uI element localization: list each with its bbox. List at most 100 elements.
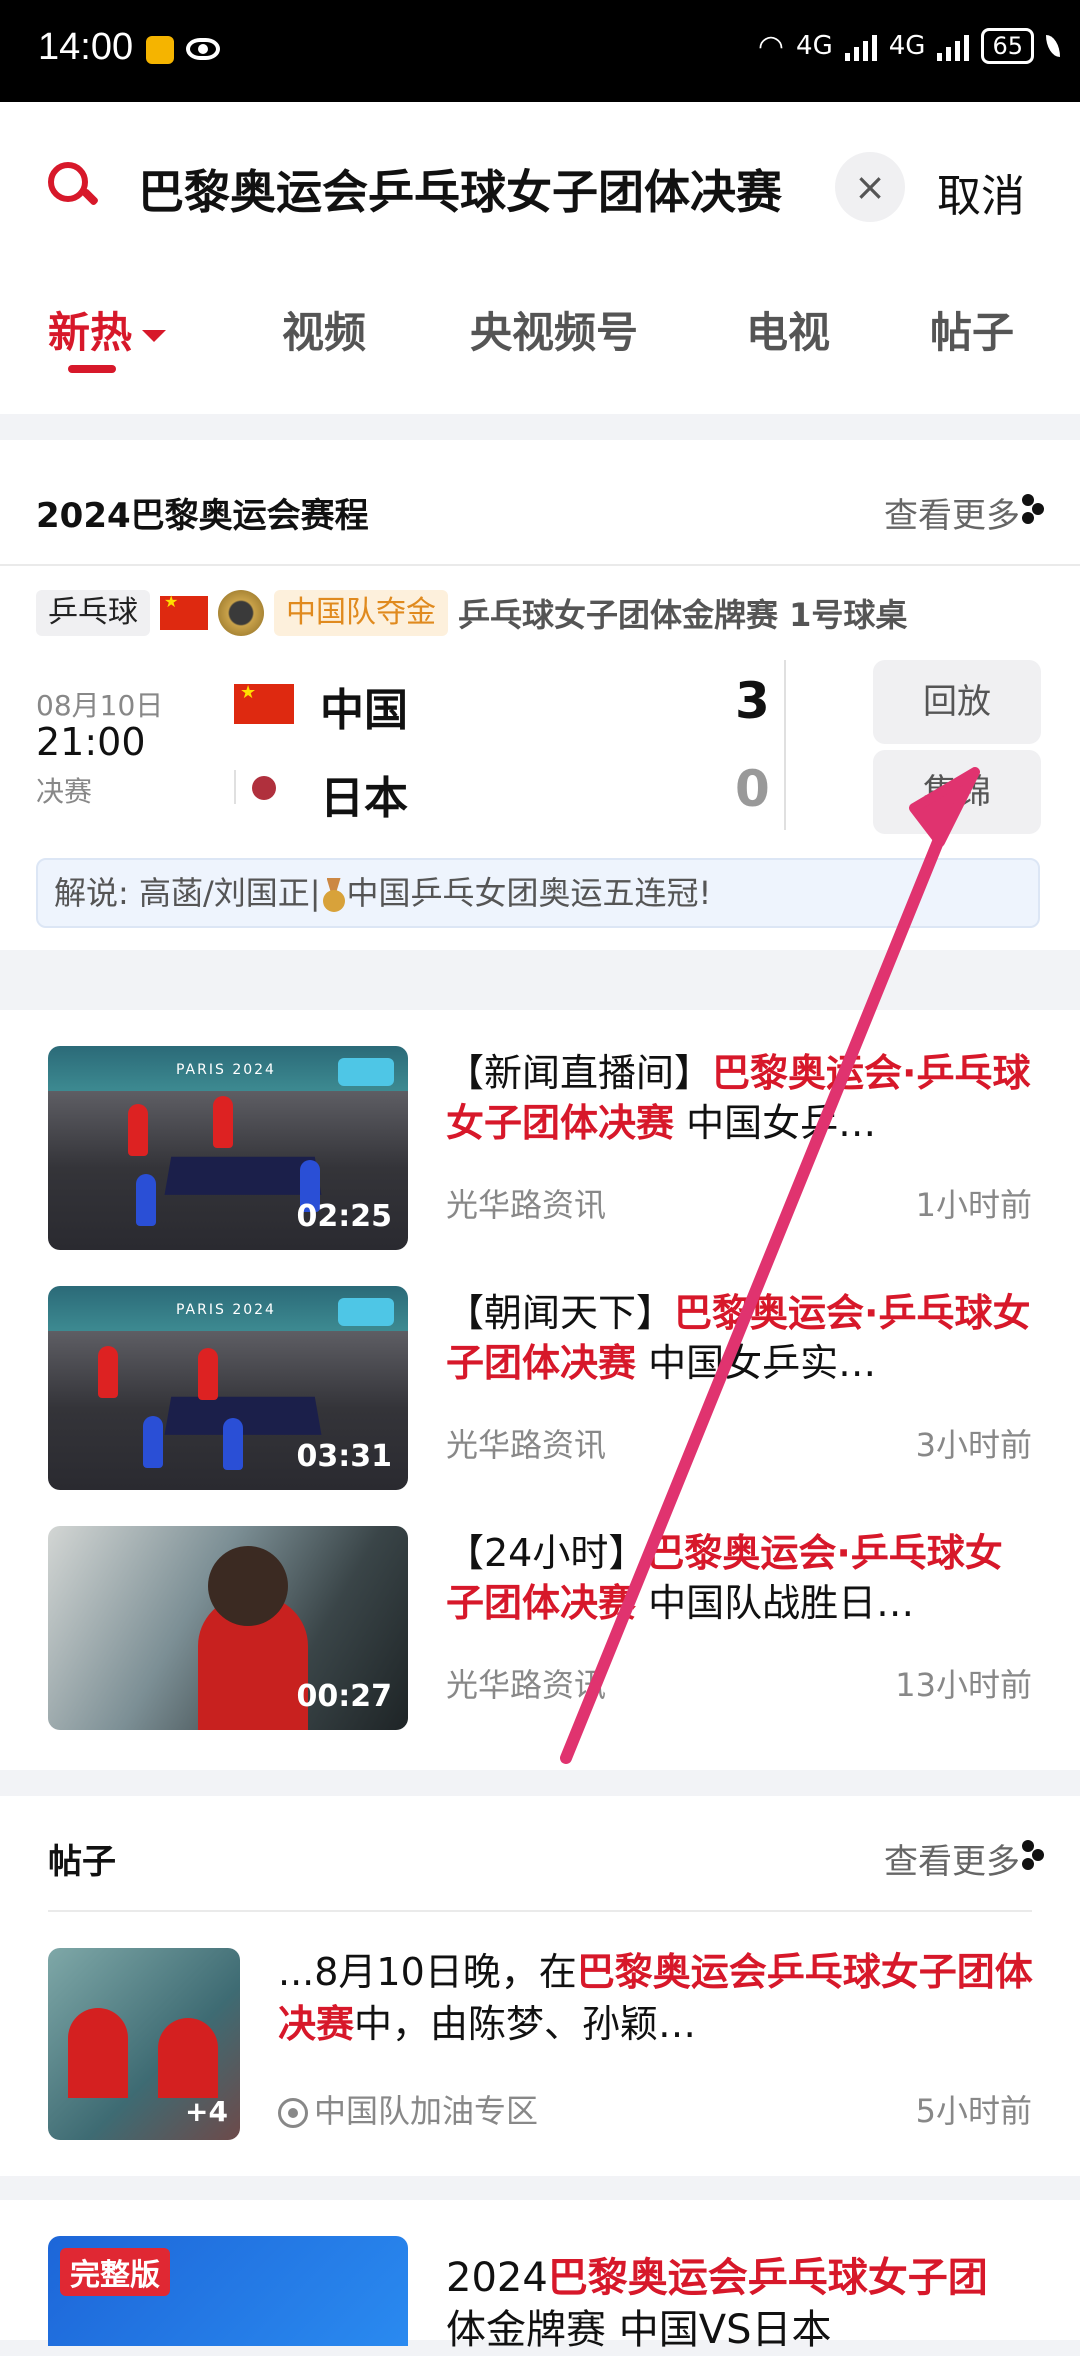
- player: [136, 1174, 156, 1226]
- battery-icon: 65: [981, 28, 1034, 64]
- tab-posts[interactable]: 帖子: [930, 299, 1014, 360]
- chevron-down-icon: [142, 329, 167, 342]
- medal-icon: [321, 878, 347, 912]
- match-info-line: 乒乓球 中国队夺金 乒乓球女子团体金牌赛 1号球桌: [36, 588, 907, 638]
- channel-logo: [338, 1058, 394, 1086]
- post-thumbnail[interactable]: +4: [48, 1948, 240, 2140]
- cancel-button[interactable]: 取消: [937, 160, 1025, 224]
- china-flag-icon: [160, 592, 208, 630]
- match-stage: 决赛: [36, 775, 93, 808]
- schedule-title: 2024巴黎奥运会赛程: [36, 496, 369, 536]
- video-title[interactable]: 【24小时】巴黎奥运会·乒乓球女子团体决赛 中国队战胜日…: [446, 1528, 1036, 1628]
- china-flag-icon: [234, 682, 294, 724]
- video-duration: 02:25: [296, 1199, 393, 1234]
- search-icon[interactable]: [48, 162, 88, 202]
- wifi-icon: ◠: [757, 28, 785, 64]
- post-source-label: 中国队加油专区: [314, 2092, 539, 2130]
- video-thumbnail[interactable]: 完整版: [48, 2236, 408, 2346]
- posts-section: 帖子 查看更多 +4 ...8月10日晚，在巴黎奥运会乒乓球女子团体决赛中，由陈…: [0, 1796, 1080, 2176]
- replay-button[interactable]: 回放: [873, 660, 1041, 744]
- posts-more-link[interactable]: 查看更多: [884, 1834, 1020, 1883]
- post-time: 5小时前: [915, 2092, 1032, 2130]
- match-date: 08月10日: [36, 689, 164, 722]
- title-prefix: 2024: [446, 2255, 548, 2301]
- video-time: 3小时前: [915, 1426, 1032, 1464]
- tab-cctv-channel[interactable]: 央视频号: [470, 299, 638, 360]
- video-time: 1小时前: [915, 1186, 1032, 1224]
- tab-hot[interactable]: 新热: [48, 299, 167, 360]
- app-notification-icon: [146, 36, 174, 64]
- video-source: 光华路资讯: [446, 1666, 607, 1704]
- team-2-name: 日本: [320, 773, 408, 824]
- tab-video[interactable]: 视频: [282, 299, 366, 360]
- title-suffix: 中国女乒…: [674, 1101, 877, 1145]
- schedule-more-link[interactable]: 查看更多: [884, 488, 1020, 537]
- status-icons: ◠ 4G 4G 65: [758, 28, 1060, 64]
- player-head: [208, 1546, 288, 1626]
- more-arrow-icon[interactable]: [1020, 1838, 1046, 1872]
- paris-logo: PARIS 2024: [176, 1062, 276, 1078]
- network-label-2: 4G: [888, 31, 926, 61]
- player: [223, 1418, 243, 1470]
- image-count: +4: [185, 2095, 228, 2128]
- commentary-slogan: 中国乒乓女团奥运五连冠!: [346, 874, 712, 912]
- topic-icon: [278, 2098, 308, 2128]
- video-title[interactable]: 【新闻直播间】巴黎奥运会·乒乓球女子团体决赛 中国女乒…: [446, 1048, 1036, 1148]
- posts-title: 帖子: [48, 1842, 116, 1882]
- bottom-video-card: 完整版 2024巴黎奥运会乒乓球女子团体金牌赛 中国VS日本: [0, 2200, 1080, 2353]
- full-version-badge: 完整版: [60, 2248, 170, 2296]
- search-input[interactable]: 巴黎奥运会乒乓球女子团体决赛: [138, 156, 782, 222]
- gold-medal-icon: [218, 590, 264, 636]
- commentary-text: 解说: 高菡/刘国正|: [54, 874, 321, 912]
- title-highlight: 巴黎奥运会乒乓球女子团: [547, 2255, 988, 2301]
- video-thumbnail[interactable]: 00:27: [48, 1526, 408, 1730]
- title-suffix: 中，由陈梦、孙颖…: [354, 2002, 697, 2046]
- team-2-score: 0: [735, 760, 770, 818]
- post-source[interactable]: 中国队加油专区: [278, 2086, 538, 2132]
- video-thumbnail[interactable]: PARIS 2024 03:31: [48, 1286, 408, 1490]
- video-title[interactable]: 2024巴黎奥运会乒乓球女子团体金牌赛 中国VS日本: [446, 2252, 1036, 2356]
- table-shape: [164, 1396, 322, 1435]
- title-suffix: 体金牌赛 中国VS日本: [446, 2307, 832, 2353]
- title-suffix: 中国队战胜日…: [636, 1581, 915, 1625]
- title-prefix: 【24小时】: [446, 1531, 647, 1575]
- tab-tv[interactable]: 电视: [746, 299, 830, 360]
- table-shape: [164, 1156, 322, 1195]
- video-source: 光华路资讯: [446, 1186, 607, 1224]
- player: [198, 1348, 218, 1400]
- title-prefix: 【朝闻天下】: [446, 1291, 675, 1335]
- player: [158, 2018, 218, 2098]
- commentary-banner[interactable]: 解说: 高菡/刘国正| 中国乒乓女团奥运五连冠!: [36, 858, 1040, 928]
- highlights-button[interactable]: 集锦: [873, 750, 1041, 834]
- video-list: PARIS 2024 02:25 【新闻直播间】巴黎奥运会·乒乓球女子团体决赛 …: [0, 1010, 1080, 1770]
- title-prefix: 【新闻直播间】: [446, 1051, 713, 1095]
- status-time: 14:00: [38, 26, 134, 68]
- tab-hot-label: 新热: [48, 308, 133, 357]
- divider: [234, 770, 236, 804]
- video-source: 光华路资讯: [446, 1426, 607, 1464]
- team-1-score: 3: [735, 672, 770, 730]
- player: [98, 1346, 118, 1398]
- title-prefix: ...8月10日晚，在: [278, 1950, 577, 1994]
- signal-icon: [844, 31, 877, 61]
- clear-search-button[interactable]: ×: [835, 152, 905, 222]
- team-1-name: 中国: [320, 685, 408, 736]
- divider: [48, 1910, 1032, 1912]
- eye-icon: [186, 38, 220, 60]
- video-title[interactable]: 【朝闻天下】巴黎奥运会·乒乓球女子团体决赛 中国女乒实…: [446, 1288, 1036, 1388]
- post-title[interactable]: ...8月10日晚，在巴黎奥运会乒乓球女子团体决赛中，由陈梦、孙颖…: [278, 1946, 1038, 2050]
- channel-logo: [338, 1298, 394, 1326]
- match-time: 21:00: [36, 720, 146, 764]
- player: [128, 1104, 148, 1156]
- schedule-card: 2024巴黎奥运会赛程 查看更多 乒乓球 中国队夺金 乒乓球女子团体金牌赛 1号…: [0, 440, 1080, 950]
- leaf-icon: [1046, 35, 1060, 57]
- video-duration: 00:27: [296, 1679, 393, 1714]
- player: [143, 1416, 163, 1468]
- divider: [784, 660, 786, 830]
- network-label-1: 4G: [796, 31, 833, 61]
- status-bar: 14:00 ◠ 4G 4G 65: [0, 0, 1080, 102]
- video-thumbnail[interactable]: PARIS 2024 02:25: [48, 1046, 408, 1250]
- divider: [0, 564, 1080, 566]
- more-arrow-icon[interactable]: [1020, 492, 1046, 526]
- player: [213, 1096, 233, 1148]
